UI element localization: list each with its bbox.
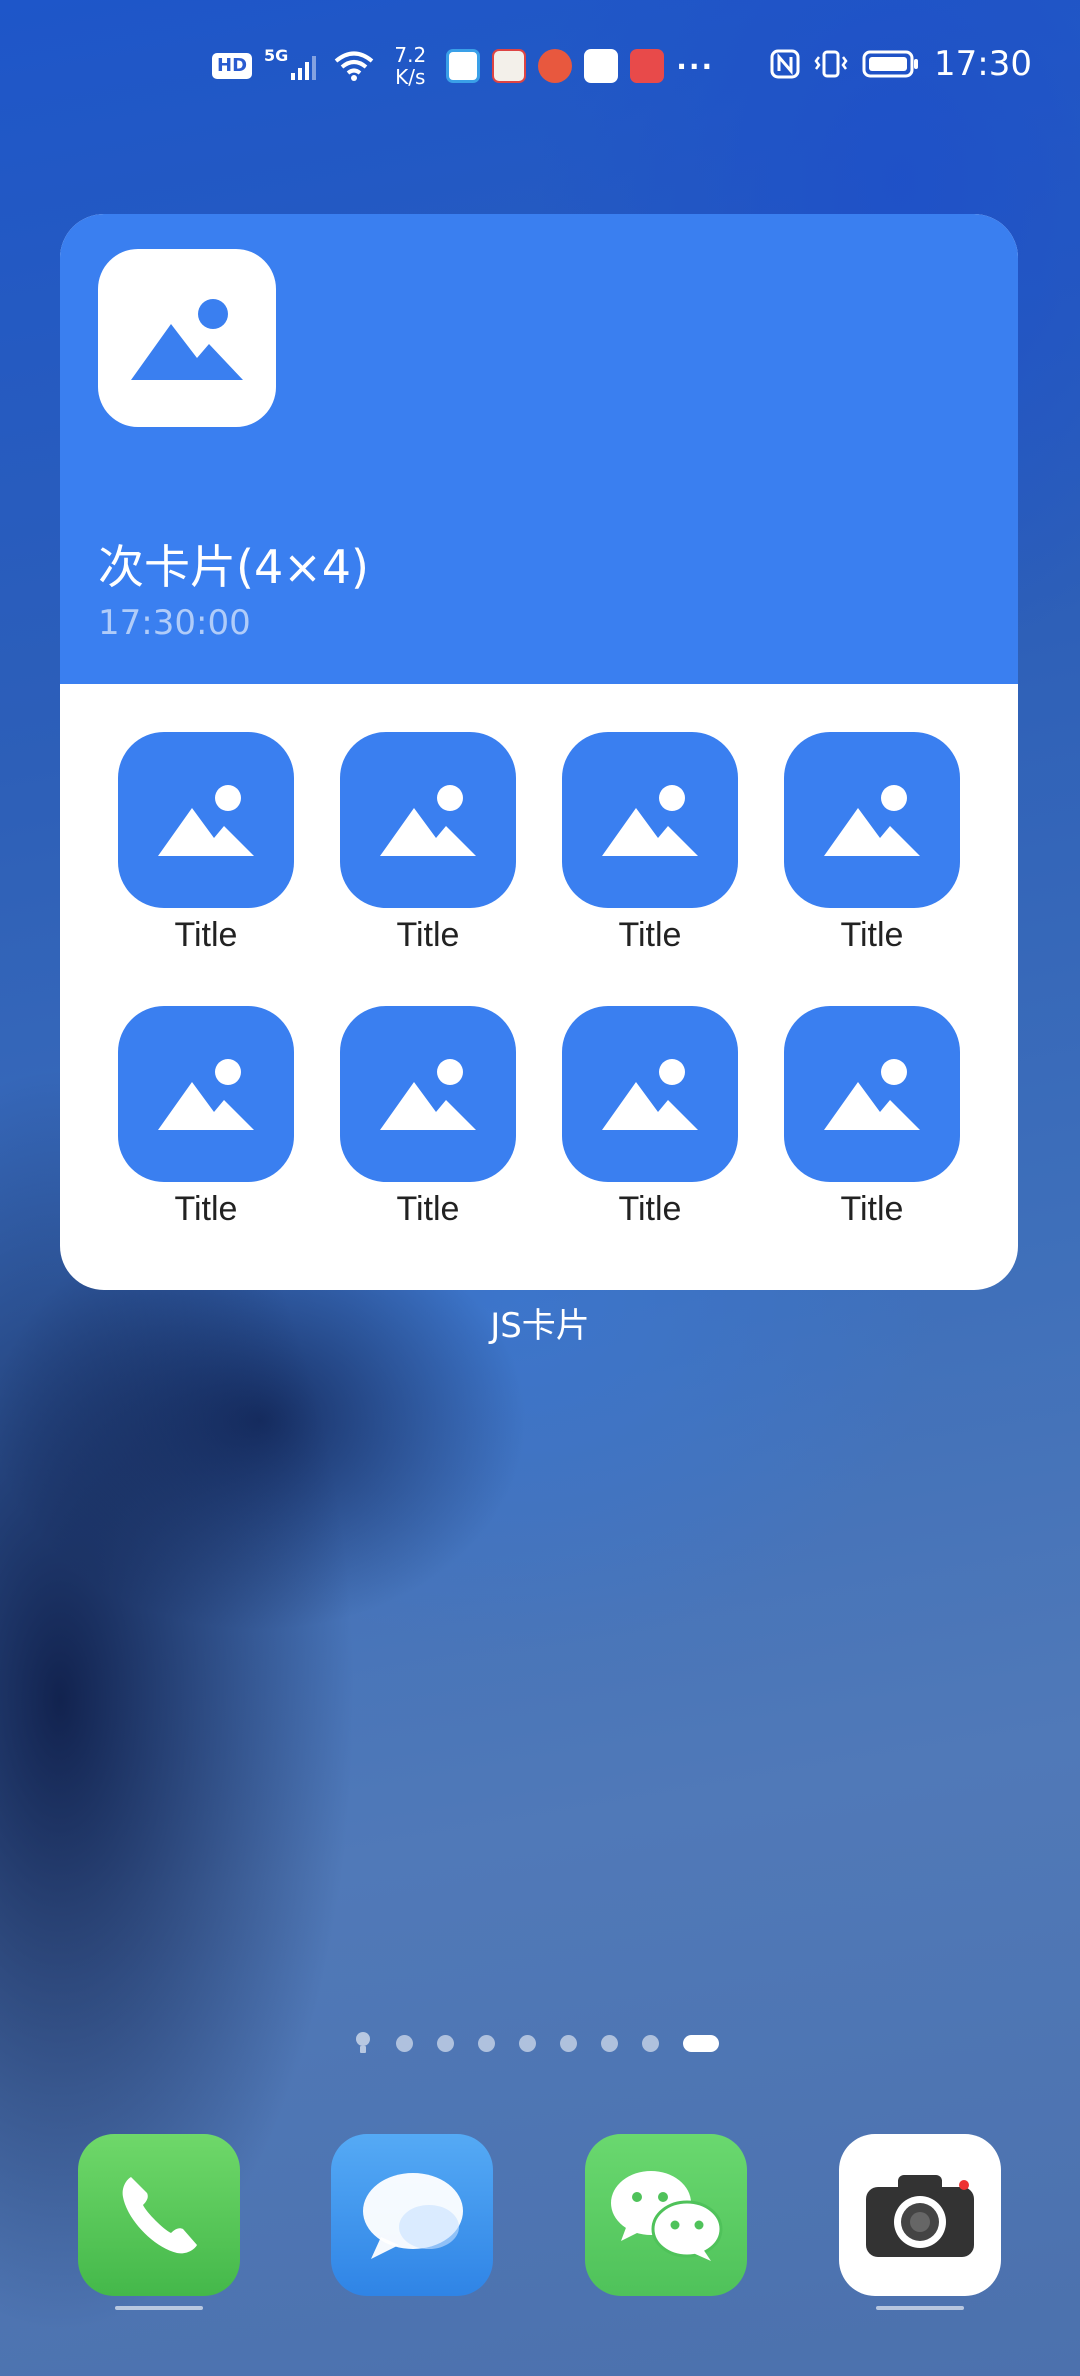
grid-item[interactable]: Title	[118, 1006, 294, 1230]
card-grid: Title Title Title Title Title Title Titl…	[60, 684, 1018, 1290]
dock-underline	[115, 2306, 203, 2310]
messages-icon	[363, 2173, 463, 2259]
image-icon	[784, 732, 960, 908]
wechat-icon	[611, 2171, 723, 2261]
dock-underline	[876, 2306, 964, 2310]
image-icon	[562, 1006, 738, 1182]
grid-item[interactable]: Title	[784, 1006, 960, 1230]
status-time: 17:30	[934, 44, 1032, 84]
phone-icon	[122, 2177, 197, 2254]
image-icon	[340, 732, 516, 908]
grid-item-label: Title	[174, 1190, 238, 1228]
grid-item-label: Title	[618, 1190, 682, 1228]
battery-icon	[862, 50, 919, 78]
image-icon	[562, 732, 738, 908]
speed-value: 7.2	[394, 43, 427, 67]
grid-item-label: Title	[618, 916, 682, 954]
grid-item[interactable]: Title	[784, 732, 960, 956]
wifi-icon	[335, 51, 374, 81]
store-notification-icon	[492, 49, 527, 83]
grid-item[interactable]: Title	[118, 732, 294, 956]
card-header[interactable]: 次卡片(4×4) 17:30:00	[60, 214, 1018, 684]
speed-unit: K/s	[395, 65, 426, 89]
page-dot[interactable]	[560, 2034, 577, 2052]
page-dot[interactable]	[642, 2034, 659, 2052]
reader-notification-icon	[630, 49, 665, 83]
grid-item-label: Title	[840, 916, 904, 954]
widget-caption: JS卡片	[490, 1306, 590, 1346]
wechat-app[interactable]	[585, 2134, 747, 2296]
grid-item-label: Title	[396, 1190, 460, 1228]
home-screen: HD 5G 7.2 K/s ··· 17:30 次卡片(4×4) 17:30:0…	[0, 0, 1080, 2376]
page-dot[interactable]	[437, 2034, 454, 2052]
page-dot[interactable]	[519, 2034, 536, 2052]
grid-item[interactable]: Title	[562, 732, 738, 956]
phone-app[interactable]	[78, 2134, 240, 2296]
page-dot-active[interactable]	[683, 2034, 719, 2052]
grid-item-label: Title	[396, 916, 460, 954]
messages-app[interactable]	[331, 2134, 493, 2296]
page-dot[interactable]	[478, 2034, 495, 2052]
lightbulb-icon[interactable]	[354, 2030, 372, 2056]
image-icon	[118, 1006, 294, 1182]
more-notifications-icon: ···	[676, 49, 715, 83]
grid-item[interactable]: Title	[340, 1006, 516, 1230]
js-card-widget[interactable]: 次卡片(4×4) 17:30:00 Title Title Title Titl…	[60, 214, 1018, 1290]
grid-item[interactable]: Title	[340, 732, 516, 956]
grid-item[interactable]: Title	[562, 1006, 738, 1230]
image-icon	[784, 1006, 960, 1182]
signal-icon	[291, 56, 317, 80]
page-dot[interactable]	[601, 2034, 618, 2052]
grid-item-label: Title	[840, 1190, 904, 1228]
vibrate-icon	[814, 50, 848, 78]
grid-item-label: Title	[174, 916, 238, 954]
page-indicator[interactable]	[354, 2030, 719, 2056]
sina-notification-icon	[584, 49, 619, 83]
browser-notification-icon	[446, 49, 481, 83]
podcast-notification-icon	[538, 49, 573, 83]
card-time: 17:30:00	[98, 603, 251, 643]
card-title: 次卡片(4×4)	[98, 540, 369, 594]
camera-icon	[866, 2175, 974, 2257]
network-type: 5G	[264, 46, 289, 65]
status-bar: HD 5G 7.2 K/s ··· 17:30	[0, 0, 1080, 140]
nfc-icon	[770, 49, 800, 79]
camera-app[interactable]	[839, 2134, 1001, 2296]
page-dot[interactable]	[396, 2034, 413, 2052]
image-icon	[118, 732, 294, 908]
network-speed: 7.2 K/s	[386, 44, 434, 88]
card-image-icon	[98, 249, 276, 427]
image-icon	[340, 1006, 516, 1182]
hd-badge: HD	[212, 53, 253, 79]
